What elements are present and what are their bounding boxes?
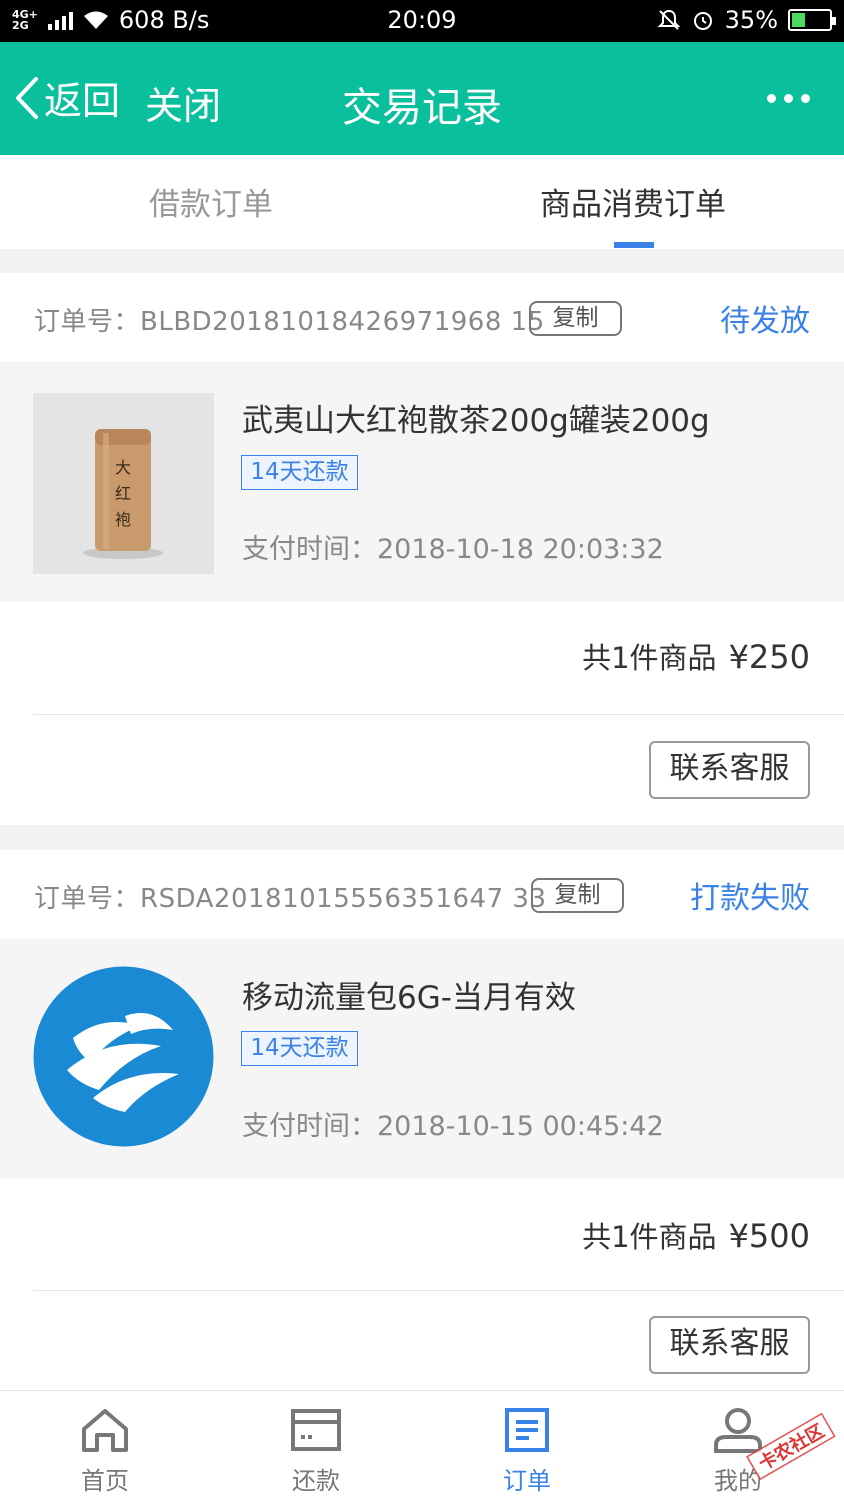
order-header: 订单号：RSDA20181015556351647 33 复制 打款失败 — [0, 850, 844, 939]
svg-text:红: 红 — [115, 484, 131, 503]
order-price: ¥500 — [728, 1217, 810, 1255]
contact-service-button[interactable]: 联系客服 — [649, 1316, 810, 1374]
order-header: 订单号：BLBD20181018426971968 15 复制 待发放 — [0, 273, 844, 362]
tab-loan-orders[interactable]: 借款订单 — [149, 179, 273, 224]
divider — [33, 1290, 844, 1291]
product-row[interactable]: 移动流量包6G-当月有效 14天还款 支付时间：2018-10-15 00:45… — [0, 939, 844, 1179]
contact-service-button[interactable]: 联系客服 — [649, 741, 810, 799]
tab-goods-orders[interactable]: 商品消费订单 — [540, 179, 726, 224]
battery-percent: 35% — [724, 6, 778, 34]
divider — [33, 714, 844, 715]
bottom-nav: 首页 还款 订单 我的 — [0, 1390, 844, 1500]
nav-orders[interactable]: 订单 — [467, 1391, 587, 1500]
svg-text:袍: 袍 — [115, 510, 131, 529]
item-count: 共1件商品 — [582, 641, 717, 675]
product-name: 移动流量包6G-当月有效 — [242, 980, 576, 1016]
svg-text:大: 大 — [115, 458, 131, 477]
order-card: 订单号：RSDA20181015556351647 33 复制 打款失败 移动流… — [0, 850, 844, 1390]
nav-repay[interactable]: 还款 — [256, 1391, 376, 1500]
china-mobile-logo — [33, 966, 214, 1147]
card-icon — [291, 1409, 341, 1451]
more-icon[interactable] — [767, 94, 810, 103]
nav-home[interactable]: 首页 — [45, 1391, 165, 1500]
tab-active-indicator — [614, 242, 654, 248]
status-bar: 4G+ 2G 608 B/s 20:09 35% — [0, 0, 844, 42]
pay-time: 支付时间：2018-10-18 20:03:32 — [242, 534, 664, 565]
order-status: 打款失败 — [690, 881, 810, 916]
pay-time: 支付时间：2018-10-15 00:45:42 — [242, 1111, 664, 1142]
battery-fill — [792, 13, 805, 27]
nav-label: 首页 — [81, 1467, 129, 1495]
home-icon — [82, 1409, 128, 1452]
status-right: 35% — [657, 6, 836, 34]
order-summary: 共1件商品 ¥250 — [582, 635, 810, 677]
repayment-tag: 14天还款 — [241, 1031, 358, 1066]
nav-label: 还款 — [292, 1467, 340, 1495]
item-count: 共1件商品 — [582, 1220, 717, 1254]
app-header: 返回 关闭 交易记录 — [0, 42, 844, 155]
order-number: 订单号：BLBD20181018426971968 15 — [34, 307, 545, 337]
order-price: ¥250 — [728, 638, 810, 676]
order-summary: 共1件商品 ¥500 — [582, 1214, 810, 1256]
repayment-tag: 14天还款 — [241, 455, 358, 490]
watermark-logo: 卡农社区 — [746, 1412, 836, 1481]
nav-label: 订单 — [503, 1467, 551, 1495]
order-icon — [505, 1408, 549, 1452]
product-row[interactable]: 大 红 袍 武夷山大红袍散茶200g罐装200g 14天还款 支付时间：2018… — [0, 362, 844, 602]
product-image: 大 红 袍 — [33, 393, 214, 574]
alarm-icon — [693, 12, 712, 30]
battery-icon — [788, 9, 836, 31]
order-card: 订单号：BLBD20181018426971968 15 复制 待发放 大 红 … — [0, 273, 844, 825]
copy-button[interactable]: 复制 — [531, 878, 624, 913]
order-status: 待发放 — [720, 304, 810, 339]
order-number: 订单号：RSDA20181015556351647 33 — [34, 884, 547, 914]
mute-icon — [657, 9, 681, 30]
product-name: 武夷山大红袍散茶200g罐装200g — [242, 403, 710, 439]
order-tabs: 借款订单 商品消费订单 — [0, 155, 844, 249]
copy-button[interactable]: 复制 — [529, 301, 622, 336]
page-title: 交易记录 — [342, 85, 502, 131]
